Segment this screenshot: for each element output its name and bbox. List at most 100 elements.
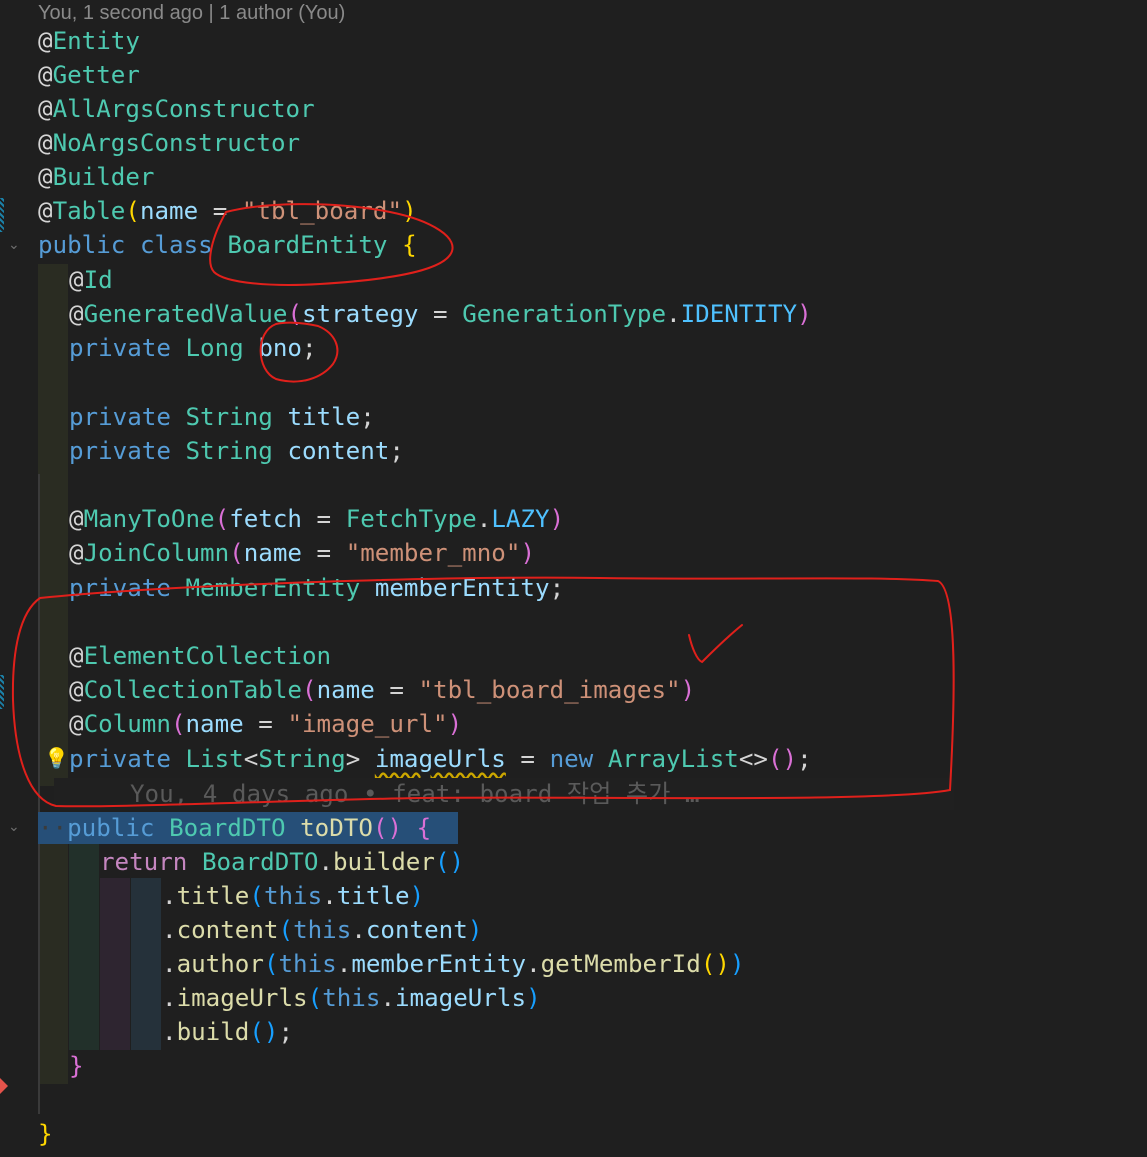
code-line[interactable]: private String content; <box>69 434 404 468</box>
annotation-param: name <box>139 197 199 225</box>
code-line[interactable]: @Entity <box>38 24 140 58</box>
code-line[interactable]: return BoardDTO.builder() <box>100 845 464 879</box>
bracket: ( <box>214 505 230 533</box>
bracket: ) <box>447 710 463 738</box>
type-name: String <box>185 437 273 465</box>
operator: = <box>302 539 346 567</box>
code-line[interactable]: @JoinColumn(name = "member_mno") <box>69 536 535 570</box>
code-line[interactable]: @Table(name = "tbl_board") <box>38 194 417 228</box>
method-name: imageUrls <box>176 984 308 1012</box>
field-name-warning[interactable]: imageUrls <box>375 745 506 773</box>
code-line[interactable]: @Builder <box>38 160 155 194</box>
type-name: BoardDTO <box>169 814 286 842</box>
code-line[interactable]: @ElementCollection <box>69 639 331 673</box>
code-line[interactable]: @AllArgsConstructor <box>38 92 315 126</box>
keyword: public <box>38 231 126 259</box>
code-line[interactable]: .content(this.content) <box>162 913 482 947</box>
code-line[interactable]: ··public BoardDTO toDTO() { <box>38 811 431 845</box>
bracket: } <box>69 1052 84 1080</box>
code-line[interactable]: .build(); <box>162 1015 293 1049</box>
dot: . <box>162 916 177 944</box>
fold-chevron-icon[interactable]: ⌄ <box>8 820 22 834</box>
keyword: private <box>69 574 171 602</box>
indent-guide <box>38 844 68 1084</box>
annotation-name: ManyToOne <box>83 505 215 533</box>
annotation-at: @ <box>69 710 84 738</box>
annotation-name: GeneratedValue <box>83 300 288 328</box>
code-line[interactable]: @ManyToOne(fetch = FetchType.LAZY) <box>69 502 564 536</box>
bracket: ( <box>125 197 140 225</box>
indent-guide <box>38 264 68 786</box>
dot: . <box>162 950 177 978</box>
string-literal: "member_mno" <box>345 539 521 567</box>
operator: < <box>243 745 259 773</box>
annotation-name: CollectionTable <box>83 676 302 704</box>
bracket: ) <box>680 676 696 704</box>
code-line[interactable]: private Long bno; <box>69 331 317 365</box>
bracket: ) <box>526 984 541 1012</box>
dot: . <box>322 882 337 910</box>
bracket: ( <box>278 916 294 944</box>
string-literal: "image_url" <box>287 710 448 738</box>
code-line[interactable]: @Id <box>69 263 113 297</box>
code-line[interactable]: .author(this.memberEntity.getMemberId()) <box>162 947 745 981</box>
annotation-name: Table <box>52 197 126 225</box>
dot: . <box>476 505 492 533</box>
code-line[interactable]: } <box>69 1049 84 1083</box>
bracket: () <box>768 745 798 773</box>
annotation-name: Getter <box>52 61 140 89</box>
type-name: ArrayList <box>607 745 739 773</box>
code-line[interactable]: private MemberEntity memberEntity; <box>69 571 564 605</box>
code-line[interactable]: @GeneratedValue(strategy = GenerationTyp… <box>69 297 812 331</box>
annotation-at: @ <box>69 266 84 294</box>
codelens-author-info[interactable]: You, 1 second ago | 1 author (You) <box>38 0 345 26</box>
code-line[interactable]: } <box>38 1117 53 1151</box>
annotation-param: name <box>316 676 375 704</box>
type-name: MemberEntity <box>185 574 361 602</box>
annotation-at: @ <box>38 197 53 225</box>
field-name: content <box>287 437 390 465</box>
type-name: BoardDTO <box>201 848 319 876</box>
keyword: this <box>263 882 323 910</box>
method-name: toDTO <box>300 814 373 842</box>
bracket: () <box>249 1018 279 1046</box>
annotation-at: @ <box>38 27 53 55</box>
code-line[interactable]: private List<String> imageUrls = new Arr… <box>69 742 812 776</box>
field-name: title <box>336 882 410 910</box>
annotation-name: Builder <box>52 163 155 191</box>
code-line[interactable]: .title(this.title) <box>162 879 424 913</box>
bracket: ( <box>263 950 279 978</box>
string-literal: "tbl_board_images" <box>418 676 681 704</box>
operator: = <box>302 505 346 533</box>
code-line[interactable]: public class BoardEntity { <box>38 228 417 262</box>
type-name: String <box>258 745 346 773</box>
code-line[interactable]: @Getter <box>38 58 140 92</box>
semicolon: ; <box>549 574 565 602</box>
lightbulb-icon[interactable]: 💡 <box>44 744 69 772</box>
field-name: title <box>287 403 361 431</box>
git-modified-marker <box>0 675 4 709</box>
dot: . <box>318 848 333 876</box>
annotation-param: fetch <box>229 505 302 533</box>
fold-chevron-icon[interactable]: ⌄ <box>8 238 22 252</box>
dot: . <box>162 1018 177 1046</box>
bracket: () <box>372 814 403 842</box>
annotation-name: Id <box>83 266 113 294</box>
code-line[interactable]: private String title; <box>69 400 375 434</box>
bracket: () <box>700 950 730 978</box>
method-name: builder <box>333 848 435 876</box>
annotation-name: Entity <box>52 27 140 55</box>
code-line[interactable]: @Column(name = "image_url") <box>69 707 462 741</box>
code-line[interactable]: @NoArgsConstructor <box>38 126 300 160</box>
method-name: author <box>176 950 264 978</box>
code-line[interactable]: @CollectionTable(name = "tbl_board_image… <box>69 673 695 707</box>
field-name: memberEntity <box>351 950 527 978</box>
code-line[interactable]: .imageUrls(this.imageUrls) <box>162 981 541 1015</box>
breakpoint-arrow-icon[interactable] <box>0 1078 8 1094</box>
annotation-at: @ <box>69 300 84 328</box>
operator: > <box>345 745 361 773</box>
operator: = <box>505 745 550 773</box>
bracket: ( <box>170 710 186 738</box>
field-name: bno <box>258 334 302 362</box>
semicolon: ; <box>797 745 812 773</box>
